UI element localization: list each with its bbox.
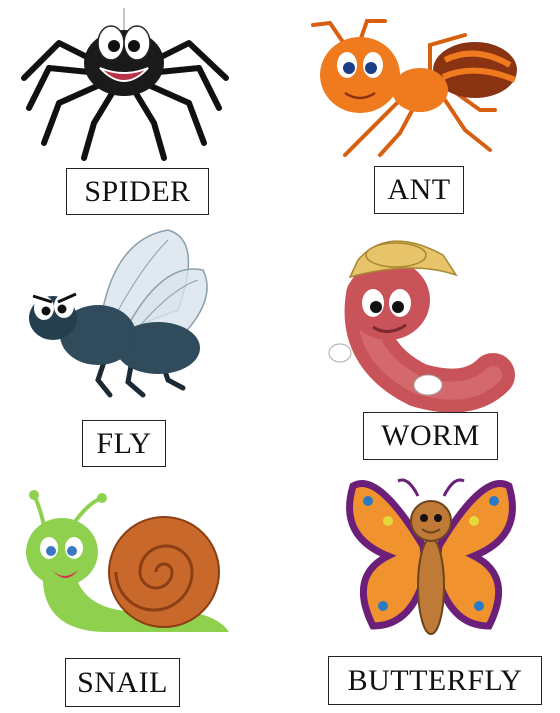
- worm-icon: [328, 235, 515, 413]
- label-fly: FLY: [82, 420, 166, 467]
- snail-icon: [14, 490, 234, 640]
- label-ant: ANT: [374, 166, 464, 214]
- label-spider: SPIDER: [66, 168, 209, 215]
- ant-icon: [305, 15, 520, 160]
- spider-icon: [14, 8, 234, 161]
- butterfly-icon: [338, 476, 524, 651]
- label-snail: SNAIL: [65, 658, 180, 707]
- label-worm: WORM: [363, 412, 498, 460]
- label-butterfly: BUTTERFLY: [328, 656, 542, 705]
- fly-icon: [28, 229, 213, 400]
